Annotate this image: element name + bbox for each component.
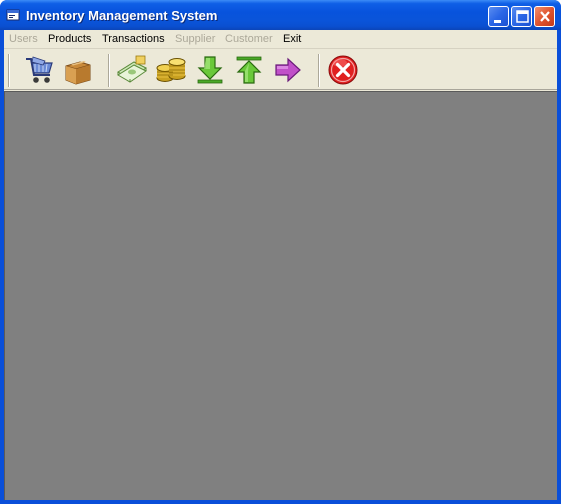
money-button[interactable] xyxy=(116,54,148,86)
menu-transactions[interactable]: Transactions xyxy=(102,33,165,45)
window-frame-right xyxy=(557,30,561,504)
menu-customer[interactable]: Customer xyxy=(225,33,273,45)
app-window-icon xyxy=(6,9,20,21)
shopping-cart-button[interactable] xyxy=(23,54,55,86)
main-window: Inventory Management System Users Produc… xyxy=(0,0,561,504)
menu-products[interactable]: Products xyxy=(48,33,91,45)
toolbar-separator xyxy=(8,54,10,87)
coins-button[interactable] xyxy=(155,54,187,86)
close-button[interactable] xyxy=(534,6,555,27)
title-bar[interactable]: Inventory Management System xyxy=(0,0,561,30)
exit-button[interactable] xyxy=(327,54,359,86)
up-arrow-icon xyxy=(236,56,262,84)
stock-out-button[interactable] xyxy=(233,54,265,86)
stock-in-button[interactable] xyxy=(194,54,226,86)
maximize-icon xyxy=(516,10,529,23)
menu-supplier[interactable]: Supplier xyxy=(175,33,215,45)
client-area: Users Products Transactions Supplier Cus… xyxy=(4,30,557,500)
toolbar-separator xyxy=(318,54,320,87)
shopping-cart-icon xyxy=(26,56,53,83)
toolbar xyxy=(4,50,557,90)
window-title: Inventory Management System xyxy=(26,8,218,23)
toolbar-separator xyxy=(108,54,110,87)
right-arrow-icon xyxy=(275,57,301,83)
menu-exit[interactable]: Exit xyxy=(283,33,301,45)
minimize-button[interactable] xyxy=(488,6,509,27)
product-box-button[interactable] xyxy=(62,54,94,86)
coins-icon xyxy=(156,58,186,82)
minimize-icon xyxy=(494,20,501,23)
close-icon xyxy=(540,11,550,22)
menu-bar: Users Products Transactions Supplier Cus… xyxy=(4,30,557,49)
exit-icon xyxy=(328,55,358,85)
menu-users[interactable]: Users xyxy=(9,33,38,45)
down-arrow-icon xyxy=(197,56,223,84)
maximize-button[interactable] xyxy=(511,6,532,27)
mdi-workspace[interactable] xyxy=(4,91,557,500)
box-icon xyxy=(65,61,91,85)
window-frame-bottom xyxy=(0,500,561,504)
transfer-button[interactable] xyxy=(272,54,304,86)
money-icon xyxy=(117,55,147,83)
